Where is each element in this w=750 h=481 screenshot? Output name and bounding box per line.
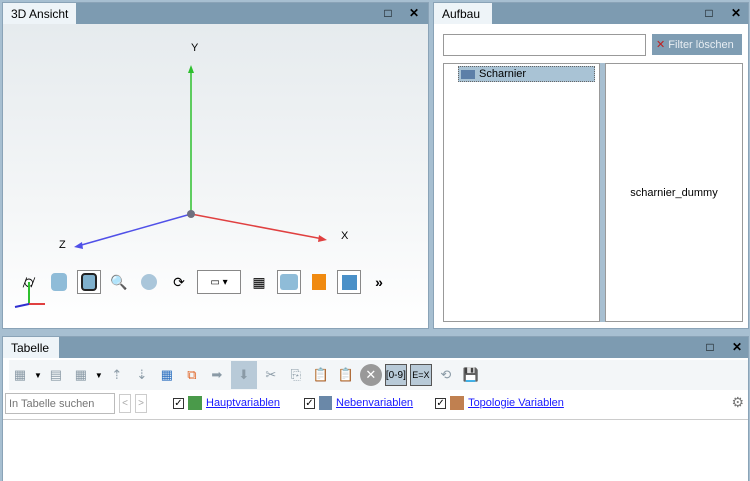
tab-tabelle[interactable]: Tabelle [3, 337, 59, 358]
copy-icon[interactable]: ⎘ [285, 364, 307, 386]
topologie-variablen-link[interactable]: Topologie Variablen [468, 397, 564, 409]
filter-clear-button[interactable]: ✕ Filter löschen [652, 34, 742, 55]
hierarchy-icon[interactable]: ⧉ [181, 364, 203, 386]
panel-header: 3D Ansicht □ ✕ [3, 3, 428, 24]
3d-view-panel: 3D Ansicht □ ✕ Y X Z ⌭ 🔍 ⟳ ▭ ▾ ▦ » [2, 2, 429, 329]
detail-pane: scharnier_dummy [605, 63, 743, 322]
secondary-variables-icon [319, 396, 332, 410]
shaded-edges-cylinder-icon[interactable] [77, 270, 101, 294]
panel-header: Aufbau □ ✕ [434, 3, 748, 24]
prev-button[interactable]: < [119, 394, 131, 413]
measure-icon[interactable] [277, 270, 301, 294]
close-button[interactable]: ✕ [729, 6, 743, 20]
hauptvariablen-link[interactable]: Hauptvariablen [206, 397, 280, 409]
tab-3d-ansicht[interactable]: 3D Ansicht [3, 3, 77, 24]
tree-item-scharnier[interactable]: Scharnier [458, 66, 595, 82]
transparency-icon[interactable] [137, 270, 161, 294]
detail-name: scharnier_dummy [630, 186, 718, 199]
arrow-down-icon[interactable]: ⬇ [230, 361, 257, 389]
delete-icon[interactable]: ✕ [359, 364, 382, 386]
maximize-button[interactable]: □ [703, 340, 717, 354]
filter-input[interactable] [443, 34, 646, 56]
insert-column-icon[interactable]: ▦ [70, 364, 92, 386]
next-button[interactable]: > [135, 394, 147, 413]
more-tools-button[interactable]: » [367, 270, 391, 294]
range-button[interactable]: [0-9] [384, 364, 407, 386]
3d-viewport[interactable]: Y X Z ⌭ 🔍 ⟳ ▭ ▾ ▦ » [3, 24, 428, 328]
assembly-icon [461, 70, 475, 79]
formula-button[interactable]: E=X [409, 364, 432, 386]
maximize-button[interactable]: □ [702, 6, 716, 20]
save-icon[interactable]: 💾 [460, 364, 482, 386]
table-toolbar: ▦ ▼ ▤ ▦ ▼ ⇡ ⇣ ▦ ⧉ ➡ ⬇ ✂ ⎘ 📋 📋 ✕ [0-9] E=X … [9, 360, 748, 390]
tabelle-panel: Tabelle □ ✕ ▦ ▼ ▤ ▦ ▼ ⇡ ⇣ ▦ ⧉ ➡ ⬇ ✂ ⎘ 📋 📋 … [2, 336, 749, 481]
topology-variables-icon [450, 396, 465, 410]
search-row: < > ✓ Hauptvariablen ✓ Nebenvariablen ✓ … [3, 391, 748, 415]
move-up-icon[interactable]: ⇡ [106, 364, 128, 386]
nebenvariablen-link[interactable]: Nebenvariablen [336, 397, 413, 409]
table-search-input[interactable] [5, 393, 115, 414]
nebenvariablen-checkbox[interactable]: ✓ [304, 397, 315, 409]
insert-row-icon[interactable]: ▦ [9, 364, 31, 386]
delete-row-icon[interactable]: ▤ [45, 364, 67, 386]
tree-view[interactable]: Scharnier [443, 63, 600, 322]
paste-special-icon[interactable]: 📋 [335, 364, 357, 386]
view-toolbar: ⌭ 🔍 ⟳ ▭ ▾ ▦ » [17, 270, 391, 294]
axis-label-y: Y [191, 42, 199, 54]
mesh-icon[interactable]: ▦ [247, 270, 271, 294]
hauptvariablen-checkbox[interactable]: ✓ [173, 397, 184, 409]
maximize-button[interactable]: □ [381, 6, 395, 20]
topologie-checkbox[interactable]: ✓ [435, 397, 447, 409]
box-icon[interactable] [337, 270, 361, 294]
panel-header: Tabelle □ ✕ [3, 337, 748, 358]
rotate-animation-icon[interactable]: ⟳ [167, 270, 191, 294]
cut-icon[interactable]: ✂ [260, 364, 282, 386]
shaded-cylinder-icon[interactable] [47, 270, 71, 294]
settings-gear-icon[interactable]: ⚙ [731, 394, 744, 411]
close-button[interactable]: ✕ [407, 6, 421, 20]
mini-axes-icon [14, 282, 45, 308]
aufbau-panel: Aufbau □ ✕ ✕ Filter löschen Scharnier sc… [433, 2, 749, 329]
refresh-icon[interactable]: ⟲ [435, 364, 457, 386]
filter-clear-icon: ✕ [656, 39, 666, 51]
tab-aufbau[interactable]: Aufbau [434, 3, 492, 24]
dimension-dropdown[interactable]: ▭ ▾ [197, 270, 241, 294]
main-variables-icon [188, 396, 202, 410]
paste-icon[interactable]: 📋 [310, 364, 332, 386]
arrow-right-icon[interactable]: ➡ [206, 364, 228, 386]
table-view-icon[interactable]: ▦ [156, 364, 178, 386]
move-down-icon[interactable]: ⇣ [131, 364, 153, 386]
axis-label-z: Z [59, 239, 66, 251]
zoom-fit-icon[interactable]: 🔍 [107, 270, 131, 294]
axis-label-x: X [341, 230, 349, 242]
close-button[interactable]: ✕ [730, 340, 744, 354]
table-area[interactable] [3, 419, 748, 481]
section-icon[interactable] [307, 270, 331, 294]
